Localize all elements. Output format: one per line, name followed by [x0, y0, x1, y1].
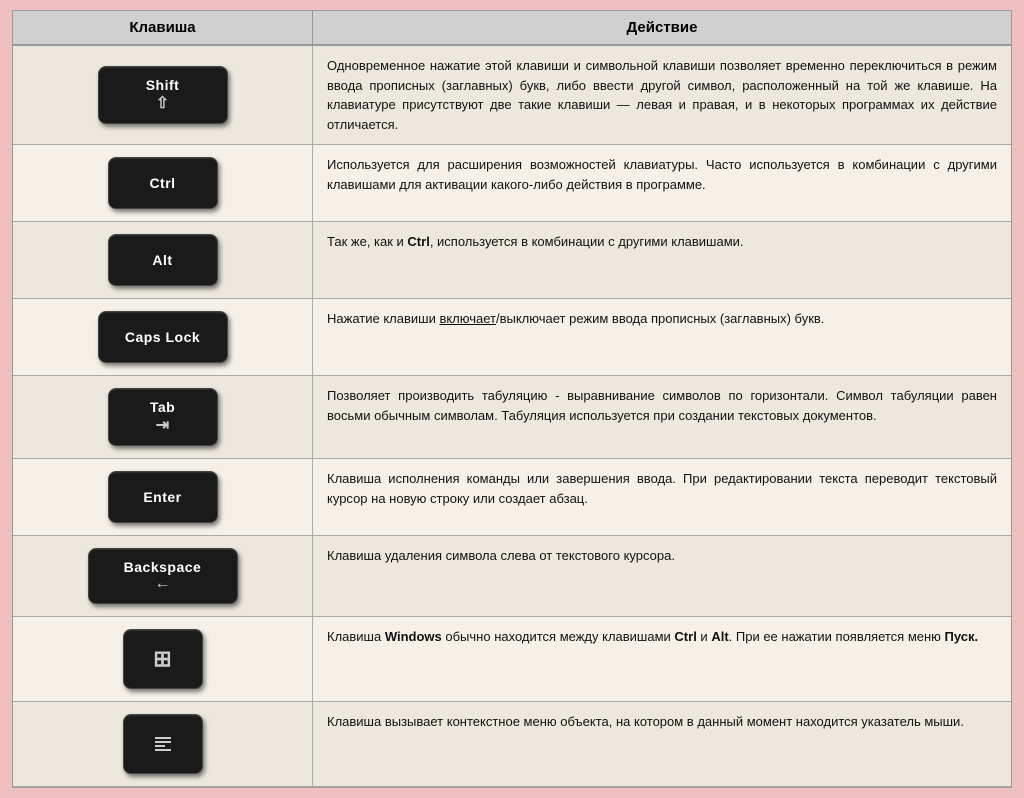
table-row: Tab ⇥ Позволяет производить табуляцию - …: [13, 376, 1011, 459]
key-cell-menu: [13, 702, 313, 786]
key-capslock: Caps Lock: [98, 311, 228, 363]
menu-line-1: [155, 737, 171, 739]
header-action: Действие: [313, 11, 1011, 44]
table-row: Backspace ← Клавиша удаления символа сле…: [13, 536, 1011, 617]
key-label-ctrl: Ctrl: [149, 175, 175, 191]
table-row: Shift ⇧ Одновременное нажатие этой клави…: [13, 46, 1011, 145]
windows-icon: ⊞: [153, 646, 171, 672]
key-windows: ⊞: [123, 629, 203, 689]
menu-line-4: [155, 749, 171, 751]
desc-alt: Так же, как и Ctrl, используется в комби…: [313, 222, 1011, 298]
key-cell-alt: Alt: [13, 222, 313, 298]
menu-line-3: [155, 745, 165, 747]
key-label-enter: Enter: [143, 489, 181, 505]
table-row: Клавиша вызывает контекстное меню объект…: [13, 702, 1011, 787]
key-cell-shift: Shift ⇧: [13, 46, 313, 144]
key-label-capslock: Caps Lock: [125, 329, 200, 345]
key-cell-windows: ⊞: [13, 617, 313, 701]
key-enter: Enter: [108, 471, 218, 523]
desc-shift: Одновременное нажатие этой клавиши и сим…: [313, 46, 1011, 144]
key-shift: Shift ⇧: [98, 66, 228, 124]
table-row: Enter Клавиша исполнения команды или зав…: [13, 459, 1011, 536]
key-label-backspace: Backspace: [124, 559, 202, 575]
key-cell-capslock: Caps Lock: [13, 299, 313, 375]
header-key: Клавиша: [13, 11, 313, 44]
table-row: ⊞ Клавиша Windows обычно находится между…: [13, 617, 1011, 702]
key-alt: Alt: [108, 234, 218, 286]
key-label-tab: Tab: [150, 399, 175, 415]
desc-tab: Позволяет производить табуляцию - выравн…: [313, 376, 1011, 458]
menu-line-2: [155, 741, 171, 743]
table-header: Клавиша Действие: [13, 11, 1011, 46]
table-row: Caps Lock Нажатие клавиши включает/выклю…: [13, 299, 1011, 376]
key-cell-backspace: Backspace ←: [13, 536, 313, 616]
key-label-shift: Shift: [146, 77, 180, 93]
key-cell-ctrl: Ctrl: [13, 145, 313, 221]
key-cell-tab: Tab ⇥: [13, 376, 313, 458]
key-backspace: Backspace ←: [88, 548, 238, 604]
desc-capslock: Нажатие клавиши включает/выключает режим…: [313, 299, 1011, 375]
shift-icon: ⇧: [156, 93, 169, 113]
desc-enter: Клавиша исполнения команды или завершени…: [313, 459, 1011, 535]
menu-icon: [155, 737, 171, 751]
backspace-icon: ←: [155, 575, 171, 593]
key-menu: [123, 714, 203, 774]
desc-windows: Клавиша Windows обычно находится между к…: [313, 617, 1011, 701]
key-label-alt: Alt: [152, 252, 172, 268]
table-row: Alt Так же, как и Ctrl, используется в к…: [13, 222, 1011, 299]
desc-ctrl: Используется для расширения возможностей…: [313, 145, 1011, 221]
table-row: Ctrl Используется для расширения возможн…: [13, 145, 1011, 222]
tab-icon: ⇥: [156, 415, 169, 435]
desc-backspace: Клавиша удаления символа слева от тексто…: [313, 536, 1011, 616]
key-ctrl: Ctrl: [108, 157, 218, 209]
key-tab: Tab ⇥: [108, 388, 218, 446]
keyboard-table: Клавиша Действие Shift ⇧ Одновременное н…: [12, 10, 1012, 788]
desc-menu: Клавиша вызывает контекстное меню объект…: [313, 702, 1011, 786]
key-cell-enter: Enter: [13, 459, 313, 535]
